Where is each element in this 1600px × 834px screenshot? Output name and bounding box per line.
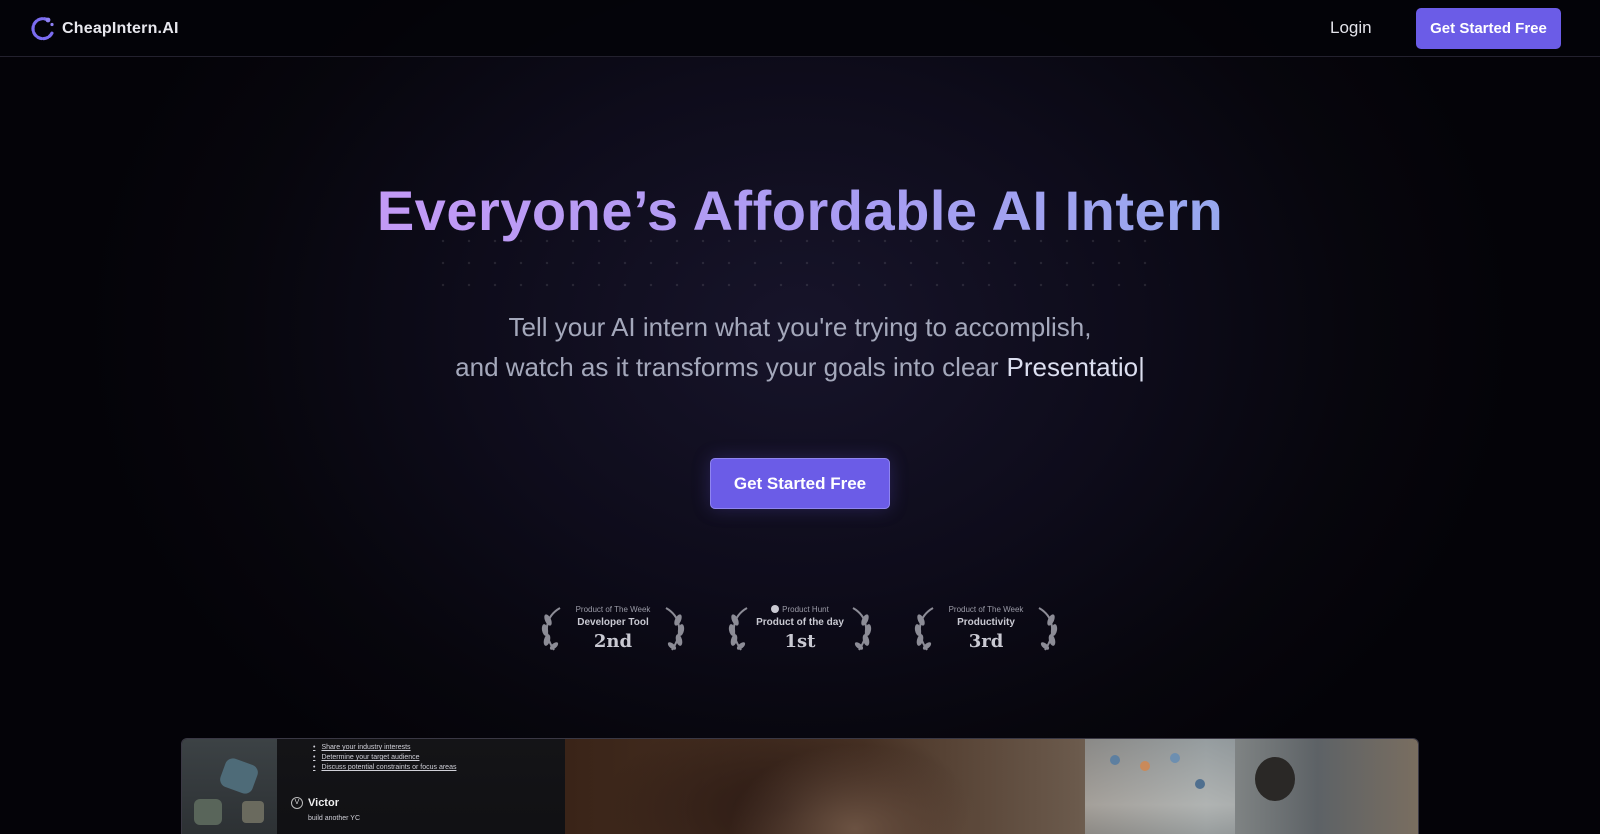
preview-photo-person	[1255, 757, 1295, 801]
dot-pattern-decoration	[430, 230, 1170, 290]
top-nav: CheapIntern.AI Login Get Started Free	[0, 0, 1600, 57]
preview-chat-panel: Share your industry interests Determine …	[277, 739, 565, 834]
preview-list-item: Discuss potential constraints or focus a…	[313, 764, 456, 771]
badge-rank: 1st	[784, 631, 816, 652]
avatar: V	[291, 797, 303, 809]
product-preview-video[interactable]: Share your industry interests Determine …	[181, 738, 1419, 834]
preview-photo-detail	[1140, 761, 1150, 771]
badge-category: Product of the day	[756, 617, 844, 628]
badge-caption: Product of The Week	[575, 605, 651, 614]
get-started-hero-button[interactable]: Get Started Free	[710, 458, 890, 509]
badge-category: Developer Tool	[577, 617, 649, 628]
preview-decor-shape	[194, 799, 222, 825]
get-started-nav-button[interactable]: Get Started Free	[1416, 8, 1561, 49]
preview-photo	[565, 739, 1418, 834]
badge-rank: 2nd	[593, 631, 633, 652]
brand-logo-icon	[31, 17, 54, 41]
landing-page: CheapIntern.AI Login Get Started Free Ev…	[0, 0, 1600, 834]
hero-subtitle-line2: and watch as it transforms your goals in…	[0, 352, 1600, 383]
typed-word: Presentatio	[1006, 352, 1139, 382]
preview-user-row: V Victor	[291, 797, 339, 809]
product-hunt-icon	[771, 605, 780, 613]
preview-list-item: Determine your target audience	[313, 754, 456, 761]
badge-caption: Product of The Week	[948, 605, 1024, 614]
preview-background-left	[182, 739, 277, 834]
award-badge-developer-tool[interactable]: Product of The Week Developer Tool 2nd	[538, 600, 688, 660]
preview-decor-shape	[242, 801, 264, 823]
brand-logo-link[interactable]: CheapIntern.AI	[28, 14, 179, 44]
preview-suggestion-list: Share your industry interests Determine …	[313, 744, 456, 774]
preview-decor-shape	[217, 756, 261, 796]
preview-photo-shelf	[1085, 739, 1235, 834]
preview-photo-detail	[1170, 753, 1180, 763]
badge-rank: 3rd	[968, 631, 1004, 652]
badge-category: Productivity	[957, 617, 1015, 628]
badge-caption: Product Hunt	[725, 605, 875, 614]
hero-subtitle-line1: Tell your AI intern what you're trying t…	[508, 312, 1092, 342]
brand-name: CheapIntern.AI	[62, 20, 179, 37]
preview-photo-detail	[1110, 755, 1120, 765]
login-link[interactable]: Login	[1330, 18, 1372, 38]
award-badge-product-of-the-day[interactable]: Product Hunt Product of the day 1st	[725, 600, 875, 660]
hero-subtitle-line2-text: and watch as it transforms your goals in…	[455, 352, 999, 382]
badge-caption-text: Product Hunt	[782, 605, 829, 614]
award-badge-productivity[interactable]: Product of The Week Productivity 3rd	[911, 600, 1061, 660]
typing-caret: |	[1138, 352, 1145, 382]
preview-photo-detail	[1195, 779, 1205, 789]
preview-list-item: Share your industry interests	[313, 744, 456, 751]
preview-user-name: Victor	[308, 797, 339, 809]
preview-user-message: build another YC	[308, 815, 361, 822]
